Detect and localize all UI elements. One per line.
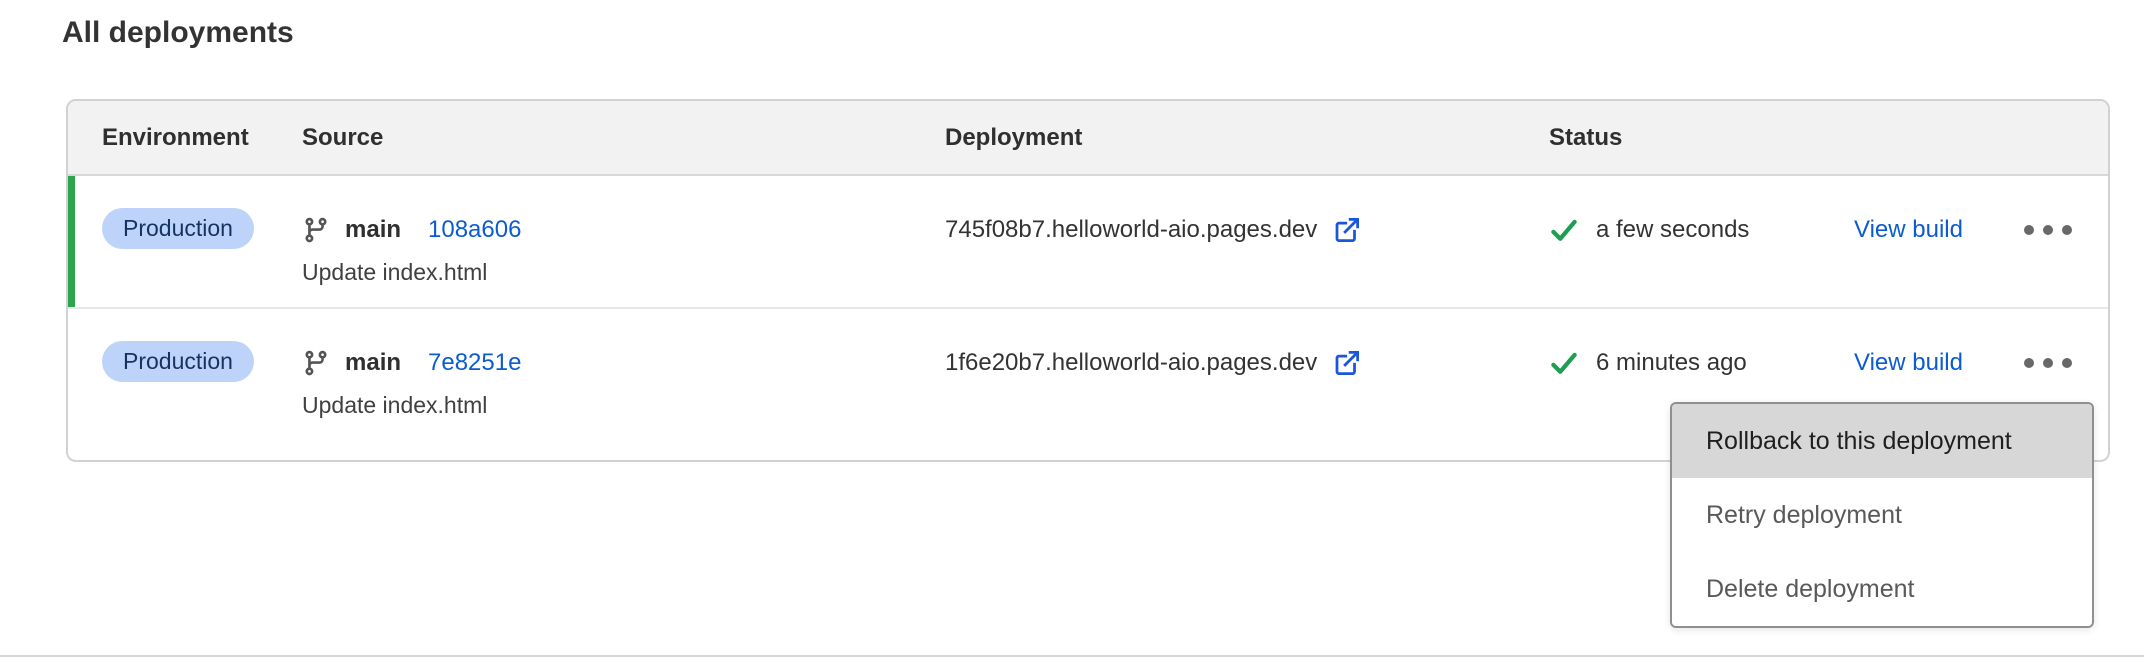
ellipsis-icon <box>2024 225 2034 235</box>
view-build-link[interactable]: View build <box>1854 349 1963 377</box>
more-actions-button[interactable] <box>2022 352 2074 374</box>
git-branch-icon <box>302 349 330 377</box>
column-header-deployment: Deployment <box>945 124 1549 152</box>
menu-item-delete[interactable]: Delete deployment <box>1672 552 2092 626</box>
menu-item-rollback[interactable]: Rollback to this deployment <box>1672 404 2092 478</box>
branch-name: main <box>345 349 401 377</box>
environment-badge: Production <box>102 208 254 249</box>
environment-cell: Production <box>102 341 302 462</box>
status-cell: a few seconds <box>1549 208 1854 307</box>
commit-message: Update index.html <box>302 392 945 419</box>
section-divider <box>0 655 2144 657</box>
menu-item-retry[interactable]: Retry deployment <box>1672 478 2092 552</box>
commit-link[interactable]: 7e8251e <box>428 349 521 377</box>
external-link-icon[interactable] <box>1332 215 1362 245</box>
page-title: All deployments <box>62 16 294 50</box>
environment-cell: Production <box>102 208 302 307</box>
status-time: 6 minutes ago <box>1596 349 1747 377</box>
environment-badge: Production <box>102 341 254 382</box>
check-icon <box>1549 215 1579 245</box>
status-time: a few seconds <box>1596 216 1749 244</box>
external-link-icon[interactable] <box>1332 348 1362 378</box>
commit-link[interactable]: 108a606 <box>428 216 521 244</box>
deployment-cell: 1f6e20b7.helloworld-aio.pages.dev <box>945 341 1549 462</box>
ellipsis-icon <box>2024 358 2034 368</box>
commit-message: Update index.html <box>302 259 945 286</box>
column-header-environment: Environment <box>102 124 302 152</box>
git-branch-icon <box>302 216 330 244</box>
branch-name: main <box>345 216 401 244</box>
deployment-cell: 745f08b7.helloworld-aio.pages.dev <box>945 208 1549 307</box>
check-icon <box>1549 348 1579 378</box>
deployment-context-menu: Rollback to this deployment Retry deploy… <box>1670 402 2094 628</box>
table-header-row: Environment Source Deployment Status <box>68 101 2108 176</box>
deployment-url: 1f6e20b7.helloworld-aio.pages.dev <box>945 349 1317 377</box>
column-header-source: Source <box>302 124 945 152</box>
column-header-status: Status <box>1549 124 1854 152</box>
more-actions-button[interactable] <box>2022 219 2074 241</box>
deployment-url: 745f08b7.helloworld-aio.pages.dev <box>945 216 1317 244</box>
view-build-link[interactable]: View build <box>1854 216 1963 244</box>
source-cell: main 7e8251e Update index.html <box>302 341 945 462</box>
source-cell: main 108a606 Update index.html <box>302 208 945 307</box>
table-row-deployment-1: Production main 108a606 Update index.htm… <box>68 176 2108 309</box>
actions-cell: View build <box>1854 208 2074 307</box>
